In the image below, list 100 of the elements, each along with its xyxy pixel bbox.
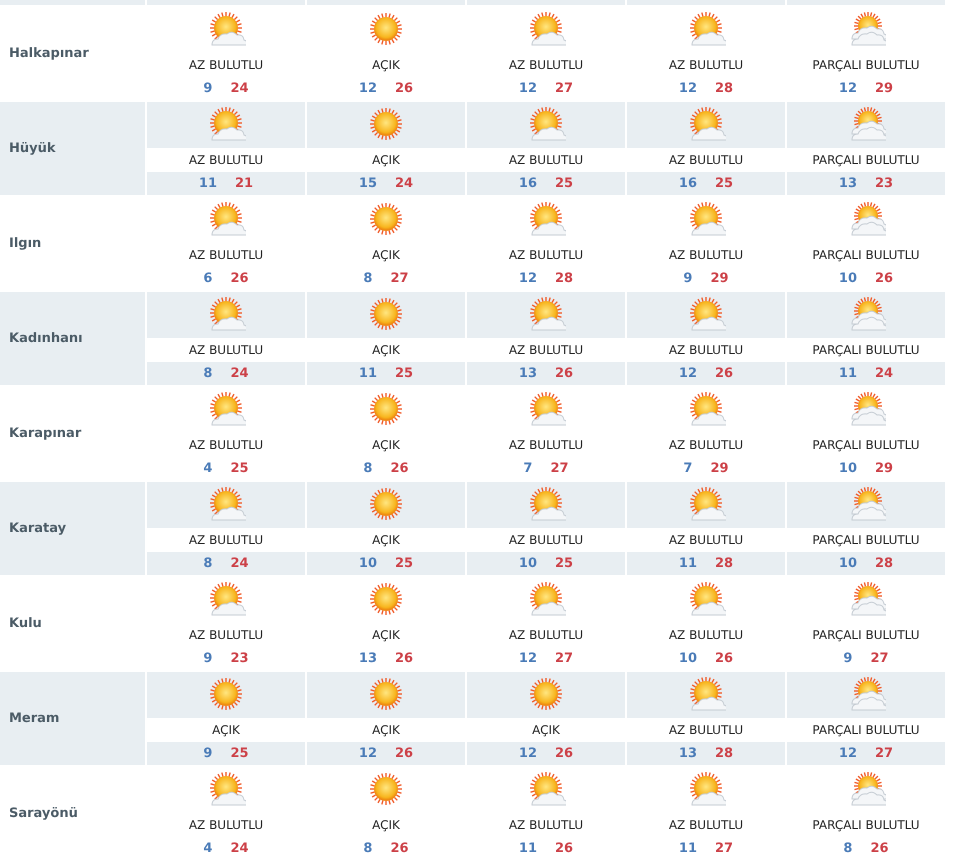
low-temperature: 13 (678, 746, 697, 761)
condition-text: AZ BULUTLU (508, 438, 584, 452)
high-temperature: 27 (550, 461, 569, 476)
low-temperature: 8 (843, 841, 852, 856)
low-temperature: 13 (838, 176, 857, 191)
condition-text: PARÇALI BULUTLU (812, 723, 920, 737)
low-temperature: 12 (518, 81, 537, 96)
condition-text: AZ BULUTLU (668, 153, 744, 167)
low-temperature: 11 (678, 841, 697, 856)
high-temperature: 26 (390, 841, 409, 856)
condition-text: AZ BULUTLU (508, 628, 584, 642)
low-temperature: 12 (838, 81, 857, 96)
district-name: Kulu (9, 616, 42, 631)
high-temperature: 28 (715, 81, 734, 96)
high-temperature: 28 (875, 556, 894, 571)
low-temperature: 11 (678, 556, 697, 571)
high-temperature: 23 (230, 651, 249, 666)
high-temperature: 26 (870, 841, 889, 856)
district-name: Kadınhanı (9, 331, 83, 346)
low-temperature: 13 (358, 651, 377, 666)
high-temperature: 27 (870, 651, 889, 666)
condition-text: AZ BULUTLU (668, 723, 744, 737)
condition-text: AZ BULUTLU (508, 343, 584, 357)
condition-text: AZ BULUTLU (508, 818, 584, 832)
district-name: Karapınar (9, 426, 82, 441)
low-temperature: 8 (363, 841, 372, 856)
high-temperature: 25 (230, 461, 249, 476)
low-temperature: 12 (678, 366, 697, 381)
high-temperature: 26 (230, 271, 249, 286)
condition-text: AÇIK (532, 723, 560, 737)
condition-text: PARÇALI BULUTLU (812, 628, 920, 642)
condition-text: AÇIK (372, 438, 400, 452)
low-temperature: 11 (838, 366, 857, 381)
high-temperature: 29 (875, 81, 894, 96)
low-temperature: 16 (518, 176, 537, 191)
low-temperature: 10 (838, 271, 857, 286)
condition-text: PARÇALI BULUTLU (812, 818, 920, 832)
low-temperature: 9 (203, 651, 212, 666)
condition-text: PARÇALI BULUTLU (812, 343, 920, 357)
condition-text: AZ BULUTLU (668, 533, 744, 547)
high-temperature: 25 (555, 176, 574, 191)
high-temperature: 26 (395, 81, 414, 96)
low-temperature: 6 (203, 271, 212, 286)
high-temperature: 27 (715, 841, 734, 856)
high-temperature: 27 (875, 746, 894, 761)
condition-text: AZ BULUTLU (188, 438, 264, 452)
high-temperature: 25 (230, 746, 249, 761)
condition-text: PARÇALI BULUTLU (812, 248, 920, 262)
low-temperature: 9 (203, 746, 212, 761)
condition-text: AÇIK (372, 343, 400, 357)
condition-text: AÇIK (372, 248, 400, 262)
condition-text: AZ BULUTLU (668, 343, 744, 357)
low-temperature: 10 (678, 651, 697, 666)
low-temperature: 11 (518, 841, 537, 856)
low-temperature: 9 (683, 271, 692, 286)
low-temperature: 8 (363, 461, 372, 476)
condition-text: AZ BULUTLU (188, 153, 264, 167)
low-temperature: 7 (523, 461, 532, 476)
high-temperature: 28 (555, 271, 574, 286)
condition-text: AZ BULUTLU (188, 248, 264, 262)
low-temperature: 15 (358, 176, 377, 191)
low-temperature: 10 (518, 556, 537, 571)
high-temperature: 26 (875, 271, 894, 286)
condition-text: AÇIK (372, 533, 400, 547)
high-temperature: 26 (555, 366, 574, 381)
condition-text: AÇIK (372, 58, 400, 72)
low-temperature: 4 (203, 841, 212, 856)
high-temperature: 26 (395, 651, 414, 666)
high-temperature: 26 (555, 746, 574, 761)
high-temperature: 25 (555, 556, 574, 571)
condition-text: AZ BULUTLU (668, 58, 744, 72)
condition-text: PARÇALI BULUTLU (812, 153, 920, 167)
low-temperature: 7 (683, 461, 692, 476)
condition-text: AZ BULUTLU (508, 533, 584, 547)
condition-text: AZ BULUTLU (508, 248, 584, 262)
low-temperature: 4 (203, 461, 212, 476)
high-temperature: 24 (875, 366, 894, 381)
high-temperature: 24 (395, 176, 414, 191)
district-name: Hüyük (9, 141, 56, 156)
low-temperature: 11 (358, 366, 377, 381)
condition-text: AZ BULUTLU (188, 818, 264, 832)
low-temperature: 12 (838, 746, 857, 761)
low-temperature: 10 (358, 556, 377, 571)
low-temperature: 12 (358, 746, 377, 761)
condition-text: AÇIK (372, 723, 400, 737)
high-temperature: 24 (230, 81, 249, 96)
low-temperature: 10 (838, 461, 857, 476)
high-temperature: 26 (715, 651, 734, 666)
high-temperature: 27 (555, 81, 574, 96)
high-temperature: 29 (710, 461, 729, 476)
district-name: Karatay (9, 521, 66, 536)
low-temperature: 12 (678, 81, 697, 96)
condition-text: AZ BULUTLU (188, 343, 264, 357)
high-temperature: 26 (555, 841, 574, 856)
high-temperature: 23 (875, 176, 894, 191)
low-temperature: 16 (678, 176, 697, 191)
low-temperature: 8 (363, 271, 372, 286)
district-name: Ilgın (9, 236, 42, 251)
high-temperature: 26 (715, 366, 734, 381)
high-temperature: 21 (235, 176, 254, 191)
